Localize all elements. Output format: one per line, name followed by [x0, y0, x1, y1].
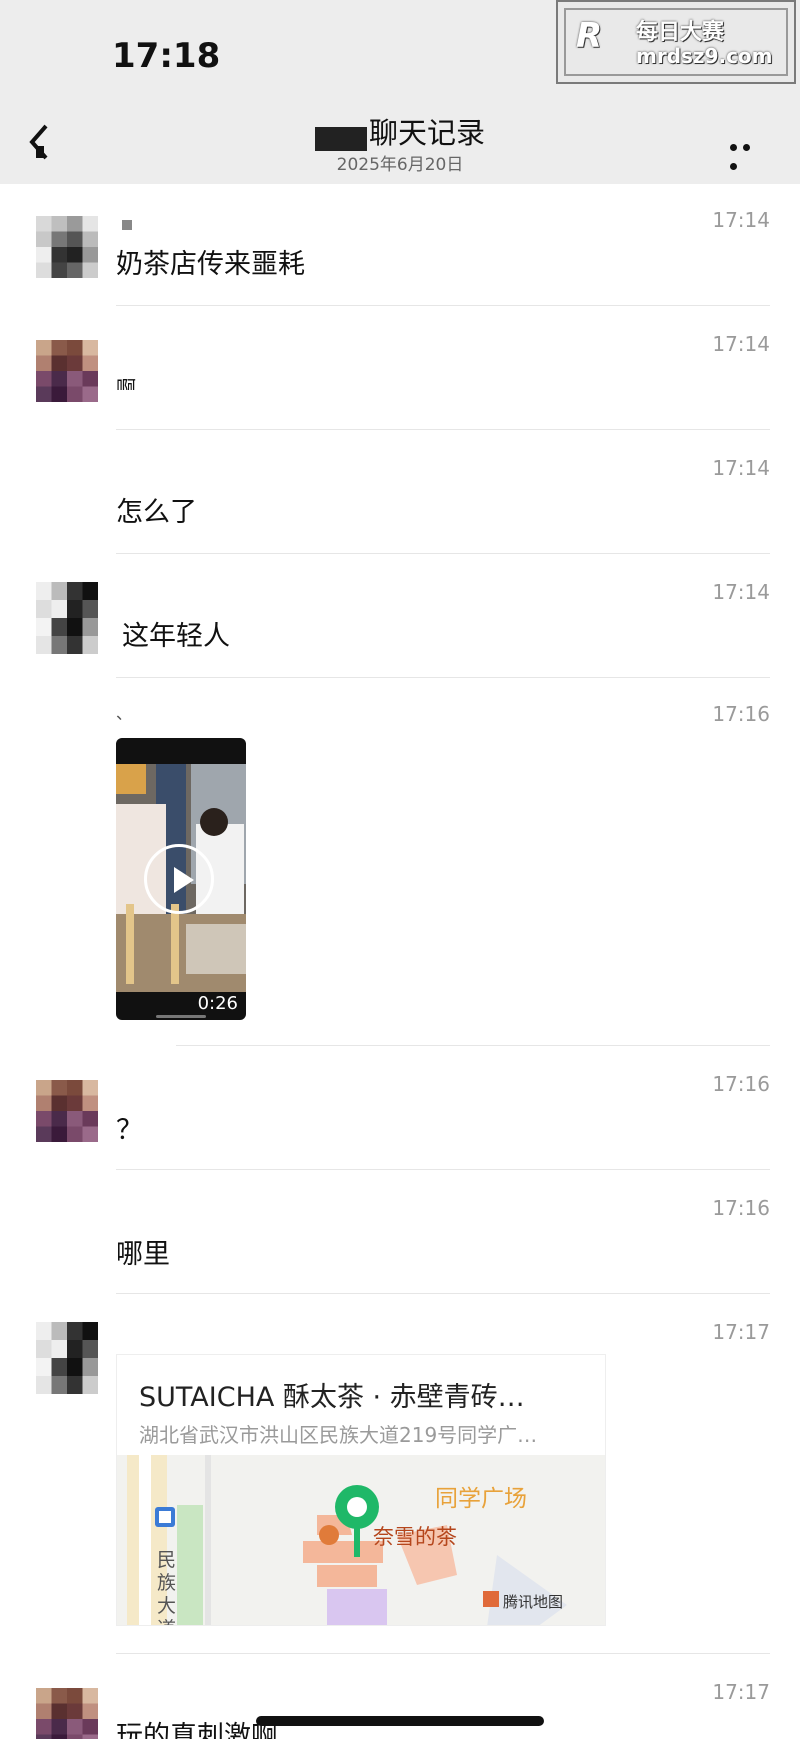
divider — [176, 1045, 770, 1046]
divider — [116, 1293, 770, 1294]
divider — [116, 305, 770, 306]
message-time: 17:16 — [712, 1072, 770, 1096]
redacted-sender — [122, 220, 132, 230]
nav-bar: 聊天记录 2025年6月20日 — [0, 100, 800, 184]
avatar — [36, 340, 98, 402]
message-time: 17:14 — [712, 580, 770, 604]
divider — [116, 677, 770, 678]
message-time: 17:14 — [712, 456, 770, 480]
status-bar: 17:18 R 每日大赛 mrdsz9.com — [0, 0, 800, 100]
message-text: 怎么了 — [116, 497, 197, 528]
play-icon[interactable] — [144, 844, 214, 914]
message-text: 奶茶店传来噩耗 — [116, 249, 305, 280]
message-time: 17:14 — [712, 208, 770, 232]
avatar — [36, 1080, 98, 1142]
redacted-name — [314, 126, 367, 151]
divider — [116, 1169, 770, 1170]
location-map[interactable]: 同学广场 奈雪的茶 民族大道 腾讯地图 — [117, 1455, 605, 1625]
divider — [116, 553, 770, 554]
message-text: 这年轻人 — [122, 621, 230, 652]
divider — [116, 1653, 770, 1654]
chat-date: 2025年6月20日 — [336, 155, 464, 175]
map-provider: 腾讯地图 — [503, 1593, 564, 1611]
avatar — [36, 582, 98, 654]
status-time: 17:18 — [112, 36, 221, 76]
avatar — [36, 1322, 98, 1394]
map-label-shop: 奈雪的茶 — [373, 1525, 457, 1549]
message-time: 17:14 — [712, 332, 770, 356]
location-card[interactable]: SUTAICHA 酥太茶 · 赤壁青砖… 湖北省武汉市洪山区民族大道219号同学… — [116, 1354, 606, 1626]
video-thumbnail[interactable]: 0:26 — [116, 738, 246, 1020]
message-prefix: 、 — [116, 704, 133, 723]
home-indicator[interactable] — [256, 1716, 544, 1726]
watermark-r: R — [576, 16, 603, 56]
divider — [116, 429, 770, 430]
message-time: 17:16 — [712, 1196, 770, 1220]
message-text: 啊 — [116, 376, 136, 390]
message-time: 17:16 — [712, 702, 770, 726]
avatar — [36, 216, 98, 278]
map-label-plaza: 同学广场 — [435, 1486, 527, 1512]
more-options-icon[interactable] — [730, 136, 768, 170]
message-time: 17:17 — [712, 1320, 770, 1344]
page-title: 聊天记录 — [368, 116, 485, 150]
watermark-text: 每日大赛 — [636, 20, 725, 45]
watermark-logo: R 每日大赛 mrdsz9.com — [556, 0, 796, 84]
message-time: 17:17 — [712, 1680, 770, 1704]
message-text: ？ — [116, 1115, 143, 1146]
map-label-road: 民族大道 — [157, 1549, 177, 1625]
avatar — [36, 1688, 98, 1739]
location-address: 湖北省武汉市洪山区民族大道219号同学广… — [139, 1423, 538, 1447]
watermark-url: mrdsz9.com — [636, 44, 773, 68]
video-duration: 0:26 — [197, 993, 238, 1014]
message-text: 玩的真刺激啊 — [116, 1721, 278, 1739]
message-text: 哪里 — [116, 1239, 170, 1270]
video-progress — [156, 1015, 206, 1018]
location-title: SUTAICHA 酥太茶 · 赤壁青砖… — [139, 1382, 525, 1413]
